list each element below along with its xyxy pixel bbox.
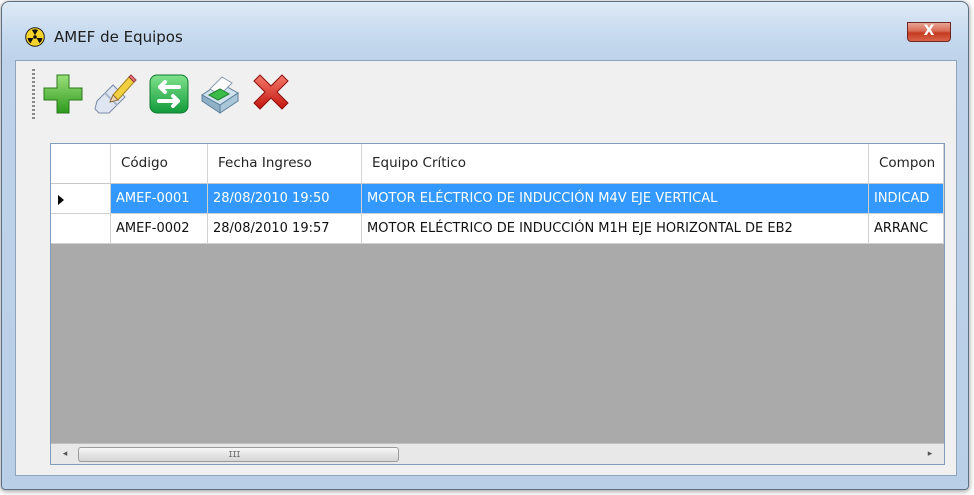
radiation-icon (25, 27, 45, 47)
arrows-exchange-icon (149, 74, 189, 114)
table-row[interactable]: AMEF-0002 28/08/2010 19:57 MOTOR ELÉCTRI… (51, 214, 944, 244)
cell-equipo[interactable]: MOTOR ELÉCTRICO DE INDUCCIÓN M1H EJE HOR… (362, 214, 869, 244)
grid-header: Código Fecha Ingreso Equipo Crítico Comp… (51, 144, 944, 184)
cell-fecha[interactable]: 28/08/2010 19:50 (208, 184, 362, 214)
print-button[interactable] (196, 69, 242, 117)
amef-window: AMEF de Equipos X Código Fecha Ingreso E… (1, 1, 969, 490)
scroll-left-arrow-icon[interactable]: ◂ (55, 444, 75, 464)
client-area: Código Fecha Ingreso Equipo Crítico Comp… (15, 60, 957, 476)
cell-componente[interactable]: ARRANC (869, 214, 944, 244)
edit-button[interactable] (91, 69, 137, 117)
scroll-right-arrow-icon[interactable]: ▸ (920, 444, 940, 464)
cell-equipo[interactable]: MOTOR ELÉCTRICO DE INDUCCIÓN M4V EJE VER… (362, 184, 869, 214)
cell-codigo[interactable]: AMEF-0001 (111, 184, 208, 214)
thumb-grip-icon: III (228, 450, 240, 459)
table-row[interactable]: AMEF-0001 28/08/2010 19:50 MOTOR ELÉCTRI… (51, 184, 944, 214)
column-header-equipo[interactable]: Equipo Crítico (362, 144, 869, 183)
row-pointer-icon (58, 195, 64, 205)
row-header[interactable] (51, 184, 111, 214)
plus-icon (43, 74, 83, 114)
exchange-button[interactable] (146, 69, 192, 117)
toolbar-grip[interactable] (32, 69, 35, 119)
delete-button[interactable] (248, 69, 294, 117)
scroll-thumb[interactable]: III (78, 447, 399, 462)
window-title: AMEF de Equipos (54, 28, 183, 46)
toolbar (16, 61, 956, 123)
close-button[interactable]: X (907, 22, 951, 42)
column-header-fecha[interactable]: Fecha Ingreso (208, 144, 362, 183)
cell-fecha[interactable]: 28/08/2010 19:57 (208, 214, 362, 244)
column-header-componente[interactable]: Compon (869, 144, 944, 183)
row-header-corner (51, 144, 111, 183)
printer-icon (201, 76, 239, 114)
cell-componente[interactable]: INDICAD (869, 184, 944, 214)
title-bar[interactable]: AMEF de Equipos X (2, 2, 968, 47)
row-header[interactable] (51, 214, 111, 244)
add-button[interactable] (40, 69, 86, 117)
data-grid[interactable]: Código Fecha Ingreso Equipo Crítico Comp… (50, 143, 945, 465)
red-x-icon (253, 74, 289, 110)
pencil-eraser-icon (94, 74, 137, 114)
column-header-codigo[interactable]: Código (111, 144, 208, 183)
horizontal-scrollbar[interactable]: ◂ III ▸ (51, 443, 944, 464)
cell-codigo[interactable]: AMEF-0002 (111, 214, 208, 244)
